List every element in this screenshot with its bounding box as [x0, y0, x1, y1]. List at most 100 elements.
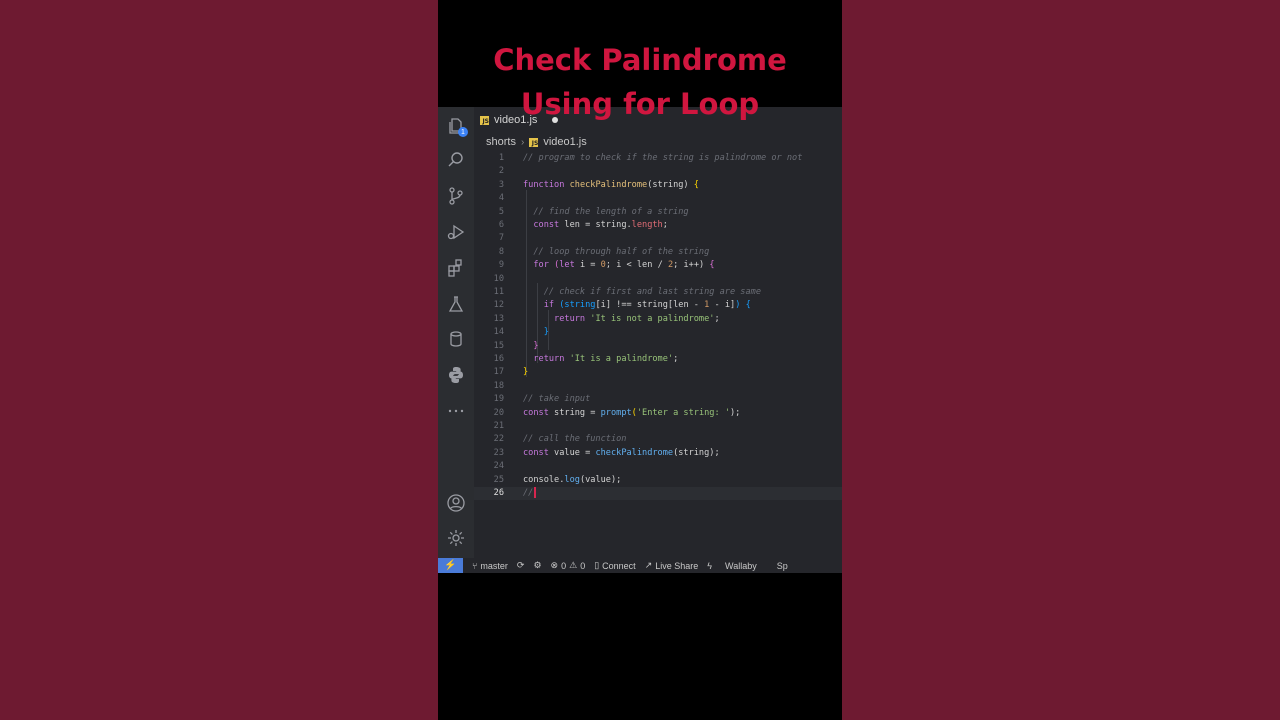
code-line[interactable]: 5 // find the length of a string — [474, 206, 842, 219]
sync-button[interactable]: ⟳ — [517, 560, 525, 571]
code-text: for (let i = 0; i < len / 2; i++) { — [533, 260, 715, 271]
code-line[interactable]: 2 — [474, 165, 842, 178]
code-line[interactable]: 9 for (let i = 0; i < len / 2; i++) { — [474, 259, 842, 272]
connect-label: Connect — [602, 560, 636, 571]
activity-bar: 1 — [438, 107, 474, 558]
code-text: // — [523, 487, 536, 500]
remote-icon[interactable]: ⚡ — [438, 558, 463, 573]
code-text: // program to check if the string is pal… — [523, 153, 803, 163]
line-number: 1 — [498, 153, 504, 163]
bolt-icon: ϟ — [707, 560, 713, 571]
code-line[interactable]: 15 } — [474, 340, 842, 353]
code-line[interactable]: 22 // call the function — [474, 433, 842, 446]
wallaby-label: Wallaby — [725, 560, 757, 571]
code-line[interactable]: 7 — [474, 232, 842, 245]
code-line[interactable]: 10 — [474, 273, 842, 286]
run-debug-icon[interactable] — [446, 222, 466, 242]
branch-indicator[interactable]: ⑂ master — [472, 561, 508, 571]
code-line[interactable]: 14 } — [474, 326, 842, 339]
code-line[interactable]: 6 const len = string.length; — [474, 219, 842, 232]
breadcrumb-file[interactable]: video1.js — [543, 136, 586, 148]
code-line[interactable]: 24 — [474, 460, 842, 473]
testing-icon[interactable] — [446, 294, 466, 314]
code-line[interactable]: 17} — [474, 366, 842, 379]
code-line[interactable]: 1 // program to check if the string is pa… — [474, 152, 842, 165]
code-line[interactable]: 13 return 'It is not a palindrome'; — [474, 313, 842, 326]
line-number: 8 — [498, 246, 504, 257]
line-number: 21 — [493, 421, 504, 431]
live-share-button[interactable]: ↗ Live Share — [645, 560, 699, 571]
code-line[interactable]: 16 return 'It is a palindrome'; — [474, 353, 842, 366]
line-number: 25 — [493, 474, 504, 485]
line-number: 5 — [498, 206, 504, 217]
line-number: 26 — [493, 488, 504, 498]
explorer-badge: 1 — [458, 127, 468, 137]
more-icon[interactable] — [446, 401, 466, 421]
error-count: 0 — [561, 560, 567, 571]
line-number: 11 — [493, 287, 504, 297]
problems-indicator[interactable]: ⊗ 0 ⚠ 0 — [551, 560, 586, 571]
code-line[interactable]: 20 const string = prompt('Enter a string:… — [474, 407, 842, 420]
line-number: 17 — [493, 367, 504, 378]
code-text: if (string[i] !== string[len - 1 - i]) { — [543, 300, 751, 311]
line-number: 14 — [493, 327, 504, 338]
line-number: 4 — [498, 193, 504, 204]
code-line[interactable]: 25 console.log(value); — [474, 474, 842, 487]
warning-icon: ⚠ — [569, 560, 578, 570]
code-text: const string = prompt('Enter a string: '… — [523, 407, 741, 418]
code-line[interactable]: 11 // check if first and last string are… — [474, 286, 842, 299]
live-share-icon: ↗ — [644, 560, 653, 570]
branch-label: master — [480, 560, 508, 571]
code-text: const len = string.length; — [533, 220, 668, 230]
status-item-truncated[interactable]: Sp — [777, 561, 788, 571]
database-icon[interactable] — [446, 329, 466, 349]
code-text: } — [543, 327, 549, 338]
code-line[interactable]: 12 if (string[i] !== string[len - 1 - i]… — [474, 299, 842, 312]
code-text: const value = checkPalindrome(string); — [523, 447, 720, 458]
breadcrumb-folder[interactable]: shorts — [486, 136, 516, 148]
line-number: 18 — [493, 380, 504, 391]
code-line[interactable]: 19 // take input — [474, 393, 842, 406]
code-text: // check if first and last string are sa… — [543, 287, 762, 297]
code-line[interactable]: 21 — [474, 420, 842, 433]
account-icon[interactable] — [446, 493, 466, 513]
code-text: // loop through half of the string — [533, 246, 710, 257]
extensions-icon[interactable] — [446, 258, 466, 278]
code-line[interactable]: 26 // — [474, 487, 842, 501]
wallaby-button[interactable]: ϟ Wallaby — [707, 561, 756, 571]
gear-icon[interactable] — [446, 528, 466, 548]
line-number: 12 — [493, 300, 504, 311]
code-text: } — [523, 367, 529, 378]
line-number: 3 — [498, 179, 504, 190]
code-editor[interactable]: 1 // program to check if the string is pa… — [474, 150, 842, 558]
js-file-icon: JS — [529, 137, 539, 147]
line-number: 10 — [493, 273, 504, 284]
vscode-window: 1 JS video1.js shorts › JS video1.js 1 /… — [438, 107, 842, 573]
source-control-icon[interactable] — [446, 186, 466, 206]
code-text: console.log(value); — [523, 474, 622, 485]
connect-button[interactable]: ▯ Connect — [594, 560, 635, 571]
video-title-overlay: Check Palindrome Using for Loop — [438, 38, 842, 126]
line-number: 24 — [493, 461, 504, 472]
text-cursor — [534, 487, 536, 498]
live-share-label: Live Share — [655, 560, 699, 571]
line-number: 16 — [493, 354, 504, 364]
code-text: return 'It is a palindrome'; — [533, 354, 679, 364]
status-bar: ⚡ ⑂ master ⟳ ⚙ ⊗ 0 ⚠ 0 ▯ Connect ↗ Live … — [438, 558, 842, 573]
python-icon[interactable] — [446, 365, 466, 385]
code-text: // find the length of a string — [533, 206, 689, 217]
line-number: 19 — [493, 394, 504, 405]
video-frame: Check Palindrome Using for Loop 1 JS vid… — [438, 0, 842, 720]
error-icon: ⊗ — [550, 560, 559, 570]
title-line-1: Check Palindrome — [493, 43, 787, 77]
search-icon[interactable] — [446, 150, 466, 170]
code-line[interactable]: 4 — [474, 192, 842, 205]
code-line[interactable]: 3 function checkPalindrome(string) { — [474, 179, 842, 192]
code-text: function checkPalindrome(string) { — [523, 179, 699, 190]
code-text: // call the function — [523, 434, 627, 445]
code-line[interactable]: 23 const value = checkPalindrome(string); — [474, 447, 842, 460]
run-icon[interactable]: ⚙ — [533, 560, 541, 571]
line-number: 9 — [498, 260, 504, 271]
code-line[interactable]: 18 — [474, 380, 842, 393]
code-line[interactable]: 8 // loop through half of the string — [474, 246, 842, 259]
